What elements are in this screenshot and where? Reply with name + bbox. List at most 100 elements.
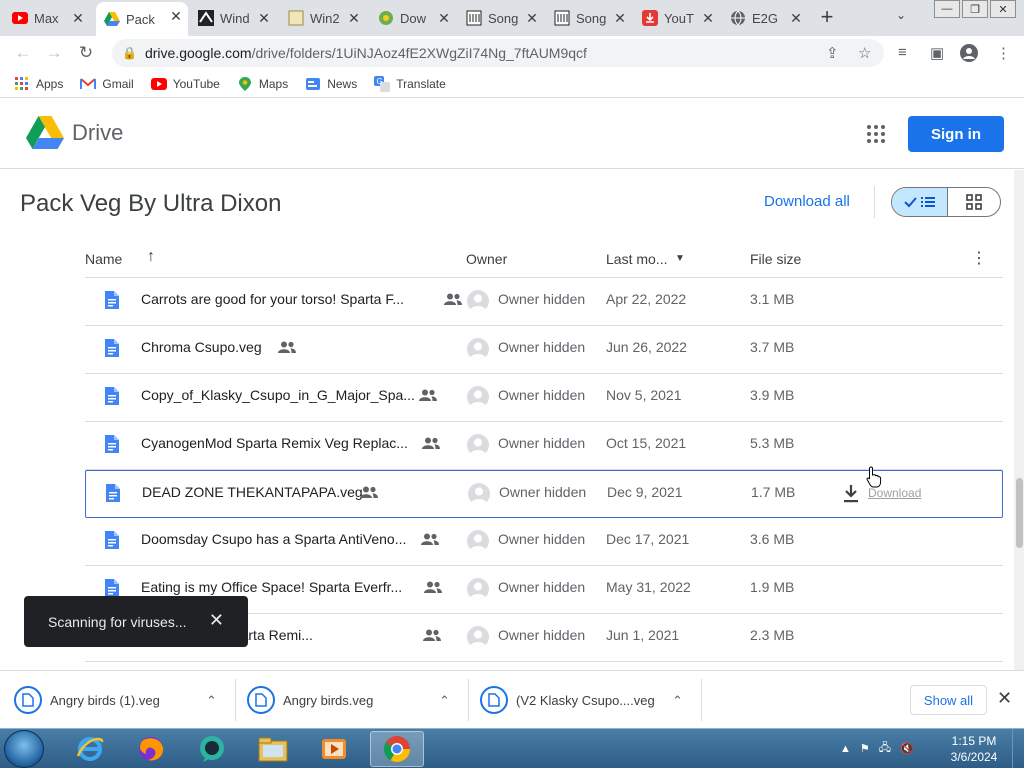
list-view-button[interactable] bbox=[892, 188, 948, 216]
shared-users-icon bbox=[419, 388, 437, 404]
new-tab-button[interactable]: + bbox=[816, 6, 838, 28]
show-all-downloads-button[interactable]: Show all bbox=[910, 685, 987, 715]
file-name[interactable]: CyanogenMod Sparta Remix Veg Replac... bbox=[141, 435, 408, 451]
column-owner[interactable]: Owner bbox=[466, 251, 507, 267]
file-row[interactable]: CyanogenMod Sparta Remix Veg Replac... Ow… bbox=[85, 422, 1003, 470]
more-options-icon[interactable]: ⋮ bbox=[971, 248, 987, 268]
profile-avatar-icon[interactable] bbox=[960, 44, 978, 66]
wink-icon bbox=[198, 10, 214, 26]
bookmark-maps[interactable]: Maps bbox=[237, 76, 288, 92]
network-icon[interactable]: 🖧 bbox=[879, 739, 891, 758]
bookmark-youtube[interactable]: YouTube bbox=[150, 76, 220, 92]
tab-youtube[interactable]: Max ✕ bbox=[4, 4, 90, 32]
file-name[interactable]: Eating is my Office Space! Sparta Everfr… bbox=[141, 579, 402, 595]
file-row[interactable]: Copy_of_Klasky_Csupo_in_G_Major_Spa... Ow… bbox=[85, 374, 1003, 422]
drive-logo[interactable]: Drive bbox=[26, 116, 123, 150]
google-apps-icon[interactable] bbox=[866, 124, 886, 149]
close-tab-icon[interactable]: ✕ bbox=[788, 10, 804, 26]
show-desktop-button[interactable] bbox=[1012, 729, 1024, 768]
close-downloads-bar-icon[interactable]: ✕ bbox=[997, 688, 1012, 709]
tab-song-1[interactable]: Song ✕ bbox=[458, 4, 544, 32]
tab-song-2[interactable]: Song ✕ bbox=[546, 4, 632, 32]
media-control-icon[interactable]: ≡ bbox=[898, 44, 907, 61]
close-tab-icon[interactable]: ✕ bbox=[168, 8, 184, 24]
address-bar[interactable]: 🔒 drive.google.com/drive/folders/1UiNJAo… bbox=[112, 39, 884, 67]
tab-search-chevron-icon[interactable]: ⌄ bbox=[896, 8, 906, 22]
bookmark-apps[interactable]: Apps bbox=[14, 76, 63, 92]
google-drive-icon bbox=[26, 116, 64, 149]
download-item[interactable]: Angry birds.veg bbox=[247, 683, 373, 717]
menu-kebab-icon[interactable]: ⋮ bbox=[996, 44, 1011, 62]
tab-win2[interactable]: Win2 ✕ bbox=[280, 4, 366, 32]
column-last-modified[interactable]: Last mo... bbox=[606, 251, 667, 267]
bookmark-star-icon[interactable]: ☆ bbox=[858, 44, 871, 62]
reload-button[interactable]: ↻ bbox=[75, 42, 97, 64]
file-explorer-icon[interactable] bbox=[246, 731, 300, 767]
grid-view-button[interactable] bbox=[948, 188, 1000, 216]
internet-explorer-icon[interactable] bbox=[63, 731, 117, 767]
column-file-size[interactable]: File size bbox=[750, 251, 801, 267]
download-icon[interactable] bbox=[842, 484, 860, 507]
tab-e2g[interactable]: E2G ✕ bbox=[722, 4, 808, 32]
chrome-icon[interactable] bbox=[370, 731, 424, 767]
tab-youtube-download[interactable]: YouT ✕ bbox=[634, 4, 720, 32]
sort-caret-down-icon[interactable]: ▼ bbox=[675, 253, 685, 264]
chat-app-icon[interactable] bbox=[185, 731, 239, 767]
close-tab-icon[interactable]: ✕ bbox=[436, 10, 452, 26]
clock[interactable]: 1:15 PM 3/6/2024 bbox=[944, 733, 1004, 765]
restore-button[interactable]: ❐ bbox=[962, 0, 988, 18]
close-tab-icon[interactable]: ✕ bbox=[346, 10, 362, 26]
file-name[interactable]: Chroma Csupo.veg bbox=[141, 339, 262, 355]
file-name[interactable]: Carrots are good for your torso! Sparta … bbox=[141, 291, 404, 307]
chevron-up-icon[interactable]: ⌃ bbox=[439, 693, 450, 709]
google-drive-icon bbox=[104, 11, 120, 27]
firefox-icon[interactable] bbox=[124, 731, 178, 767]
scrollbar-thumb[interactable] bbox=[1016, 478, 1023, 548]
bookmark-gmail[interactable]: Gmail bbox=[80, 76, 134, 92]
page-scrollbar[interactable] bbox=[1014, 170, 1024, 670]
close-tab-icon[interactable]: ✕ bbox=[612, 10, 628, 26]
close-tab-icon[interactable]: ✕ bbox=[256, 10, 272, 26]
show-hidden-icons-icon[interactable]: ▲ bbox=[840, 743, 851, 755]
close-tab-icon[interactable]: ✕ bbox=[70, 10, 86, 26]
tab-wind[interactable]: Wind ✕ bbox=[190, 4, 276, 32]
url-text[interactable]: drive.google.com/drive/folders/1UiNJAoz4… bbox=[145, 45, 587, 61]
archive-icon bbox=[466, 10, 482, 26]
sort-arrow-up-icon[interactable]: ↑ bbox=[147, 248, 155, 266]
chevron-up-icon[interactable]: ⌃ bbox=[672, 693, 683, 709]
file-name[interactable]: DEAD ZONE THEKANTAPAPA.veg bbox=[142, 484, 363, 500]
minimize-button[interactable]: — bbox=[934, 0, 960, 18]
share-icon[interactable]: ⇪ bbox=[826, 44, 839, 62]
downloads-bar: Angry birds (1).veg ⌃ Angry birds.veg ⌃ … bbox=[0, 670, 1024, 728]
file-name[interactable]: Doomsday Csupo has a Sparta AntiVeno... bbox=[141, 531, 406, 547]
file-modified-date: Apr 22, 2022 bbox=[606, 291, 687, 307]
close-tab-icon[interactable]: ✕ bbox=[700, 10, 716, 26]
close-tab-icon[interactable]: ✕ bbox=[524, 10, 540, 26]
file-row[interactable]: Carrots are good for your torso! Sparta … bbox=[85, 278, 1003, 326]
forward-button[interactable]: → bbox=[43, 42, 65, 64]
file-owner: Owner hidden bbox=[498, 291, 586, 307]
file-row[interactable]: Chroma Csupo.veg Owner hidden Jun 26, 2022… bbox=[85, 326, 1003, 374]
bookmark-translate[interactable]: G Translate bbox=[374, 75, 446, 92]
file-name[interactable]: Copy_of_Klasky_Csupo_in_G_Major_Spa... bbox=[141, 387, 415, 403]
column-name[interactable]: Name bbox=[85, 251, 122, 267]
tab-drive[interactable]: Pack ✕ bbox=[96, 2, 188, 36]
shared-users-icon bbox=[423, 628, 441, 644]
back-button[interactable]: ← bbox=[12, 42, 34, 64]
media-player-icon[interactable] bbox=[307, 731, 361, 767]
close-window-button[interactable]: ✕ bbox=[990, 0, 1016, 18]
bookmark-news[interactable]: News bbox=[305, 76, 357, 92]
chevron-up-icon[interactable]: ⌃ bbox=[206, 693, 217, 709]
sign-in-button[interactable]: Sign in bbox=[908, 116, 1004, 152]
download-all-button[interactable]: Download all bbox=[764, 193, 850, 210]
side-panel-icon[interactable]: ▣ bbox=[930, 44, 944, 62]
start-button[interactable] bbox=[4, 730, 44, 768]
file-row[interactable]: Doomsday Csupo has a Sparta AntiVeno... O… bbox=[85, 518, 1003, 566]
download-item[interactable]: Angry birds (1).veg bbox=[14, 683, 160, 717]
download-site-icon bbox=[378, 10, 394, 26]
download-item[interactable]: (V2 Klasky Csupo....veg bbox=[480, 683, 655, 717]
tab-download-site[interactable]: Dow ✕ bbox=[370, 4, 456, 32]
volume-muted-icon[interactable]: 🔇 bbox=[900, 742, 914, 755]
close-toast-icon[interactable]: ✕ bbox=[209, 610, 224, 631]
flag-icon[interactable]: ⚑ bbox=[860, 742, 870, 755]
